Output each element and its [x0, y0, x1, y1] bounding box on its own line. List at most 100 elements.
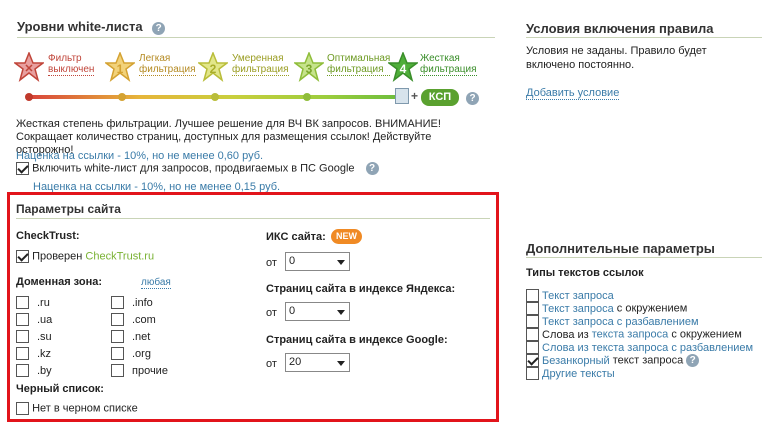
level-star-2[interactable]: 2: [196, 50, 230, 85]
google-index-select[interactable]: 20: [285, 353, 350, 372]
domain-net-row[interactable]: .net: [111, 330, 150, 343]
domain-other-row[interactable]: прочие: [111, 364, 168, 377]
checktrust-row[interactable]: Проверен CheckTrust.ru: [16, 250, 154, 263]
checktrust-link[interactable]: CheckTrust.ru: [85, 251, 154, 263]
google-whitelist-label: Включить white-лист для запросов, продви…: [32, 162, 355, 175]
domain-info-row[interactable]: .info: [111, 296, 153, 309]
level-star-1[interactable]: 1: [103, 50, 137, 85]
link-type-row-1[interactable]: Текст запроса с окружением: [526, 302, 687, 315]
google-whitelist-row[interactable]: Включить white-лист для запросов, продви…: [16, 162, 379, 175]
domain-org-checkbox[interactable]: [111, 347, 124, 360]
help-icon[interactable]: ?: [686, 354, 700, 367]
link-type-checkbox[interactable]: [526, 289, 539, 302]
domain-ru-label: .ru: [37, 296, 50, 309]
slider-dot-0[interactable]: [25, 93, 33, 101]
svg-text:1: 1: [117, 62, 124, 76]
domain-other-label: прочие: [132, 364, 168, 377]
link-type-row-6[interactable]: Другие тексты: [526, 367, 615, 380]
yandex-index-select[interactable]: 0: [285, 302, 350, 321]
link-type-checkbox[interactable]: [526, 328, 539, 341]
domain-ru-checkbox[interactable]: [16, 296, 29, 309]
link-type-label: Слова из: [542, 328, 592, 341]
domain-kz-checkbox[interactable]: [16, 347, 29, 360]
link-type-row-2[interactable]: Текст запроса с разбавлением: [526, 315, 699, 328]
link-type-checkbox[interactable]: [526, 315, 539, 328]
domain-com-checkbox[interactable]: [111, 313, 124, 326]
domain-kz-row[interactable]: .kz: [16, 347, 51, 360]
star-level-3-icon: 3: [292, 50, 326, 82]
star-level-4-icon: 4: [386, 50, 420, 82]
domain-su-checkbox[interactable]: [16, 330, 29, 343]
domain-by-checkbox[interactable]: [16, 364, 29, 377]
level-star-3[interactable]: 3: [292, 50, 326, 85]
link-type-row-5[interactable]: Безанкорный текст запроса?: [526, 354, 700, 367]
additional-params-title: Дополнительные параметры: [526, 241, 715, 256]
new-badge: NEW: [331, 229, 362, 244]
rule-conditions-underline: [526, 37, 762, 38]
checktrust-checked-label: Проверен: [32, 250, 83, 263]
domain-info-checkbox[interactable]: [111, 296, 124, 309]
google-index-label: Страниц сайта в индексе Google:: [266, 334, 448, 346]
iks-label: ИКС сайта:: [266, 231, 326, 243]
checktrust-label: CheckTrust:: [16, 230, 80, 242]
chevron-down-icon: [337, 310, 345, 315]
ksp-button[interactable]: КСП: [421, 89, 459, 106]
level-label-0[interactable]: Фильтр выключен: [48, 53, 95, 76]
svg-text:2: 2: [210, 62, 217, 76]
domain-net-checkbox[interactable]: [111, 330, 124, 343]
level-star-0[interactable]: ✕: [12, 50, 46, 85]
domain-info-label: .info: [132, 296, 153, 309]
slider-dot-3[interactable]: [303, 93, 311, 101]
domain-any-link[interactable]: любая: [141, 277, 171, 289]
add-condition-link[interactable]: Добавить условие: [526, 87, 620, 100]
domain-ru-row[interactable]: .ru: [16, 296, 50, 309]
domain-su-label: .su: [37, 330, 52, 343]
iks-select[interactable]: 0: [285, 252, 350, 271]
svg-text:3: 3: [306, 62, 313, 76]
link-type-checkbox[interactable]: [526, 367, 539, 380]
level-label-2[interactable]: Умеренная фильтрация: [232, 53, 289, 76]
domain-ua-checkbox[interactable]: [16, 313, 29, 326]
help-icon[interactable]: ?: [365, 162, 379, 175]
domain-by-row[interactable]: .by: [16, 364, 52, 377]
google-whitelist-checkbox[interactable]: [16, 162, 29, 175]
svg-text:4: 4: [400, 62, 407, 76]
slider-dot-1[interactable]: [118, 93, 126, 101]
link-type-row-4[interactable]: Слова из текста запроса с разбавлением: [526, 341, 753, 354]
link-type-label: Безанкорный: [542, 354, 610, 367]
link-type-checkbox[interactable]: [526, 302, 539, 315]
link-type-row-0[interactable]: Текст запроса: [526, 289, 614, 302]
blacklist-checkbox[interactable]: [16, 402, 29, 415]
domain-su-row[interactable]: .su: [16, 330, 52, 343]
domain-kz-label: .kz: [37, 347, 52, 360]
domain-org-label: .org: [132, 347, 151, 360]
chevron-down-icon: [337, 260, 345, 265]
blacklist-row[interactable]: Нет в черном списке: [16, 402, 138, 415]
level-label-3[interactable]: Оптимальная фильтрация: [327, 53, 391, 76]
checktrust-checkbox[interactable]: [16, 250, 29, 263]
domain-ua-label: .ua: [37, 313, 53, 326]
link-type-checkbox[interactable]: [526, 354, 539, 367]
link-type-label-mid: текста запроса: [591, 328, 669, 341]
domain-org-row[interactable]: .org: [111, 347, 151, 360]
link-type-checkbox[interactable]: [526, 341, 539, 354]
help-icon[interactable]: ?: [466, 92, 479, 105]
blacklist-label: Черный список:: [16, 383, 104, 395]
link-type-label: Текст запроса: [542, 302, 614, 315]
level-star-4[interactable]: 4: [386, 50, 420, 85]
link-text-types-label: Типы текстов ссылок: [526, 267, 644, 279]
slider-dot-2[interactable]: [211, 93, 219, 101]
domain-com-row[interactable]: .com: [111, 313, 156, 326]
link-type-row-3[interactable]: Слова из текста запроса с окружением: [526, 328, 742, 341]
domain-other-checkbox[interactable]: [111, 364, 124, 377]
level-label-4[interactable]: Жесткая фильтрация: [420, 53, 477, 76]
google-from-label: от: [266, 358, 277, 370]
level-label-1[interactable]: Легкая фильтрация: [139, 53, 196, 76]
slider-handle[interactable]: [395, 88, 409, 104]
domain-ua-row[interactable]: .ua: [16, 313, 52, 326]
link-type-label: Другие тексты: [542, 367, 615, 380]
whitelist-title-underline: [17, 37, 495, 38]
link-type-label: Слова из текста запроса с разбавлением: [542, 341, 754, 354]
help-icon[interactable]: ?: [152, 22, 166, 35]
markup-note: Наценка на ссылки - 10%, но не менее 0,6…: [16, 150, 264, 162]
